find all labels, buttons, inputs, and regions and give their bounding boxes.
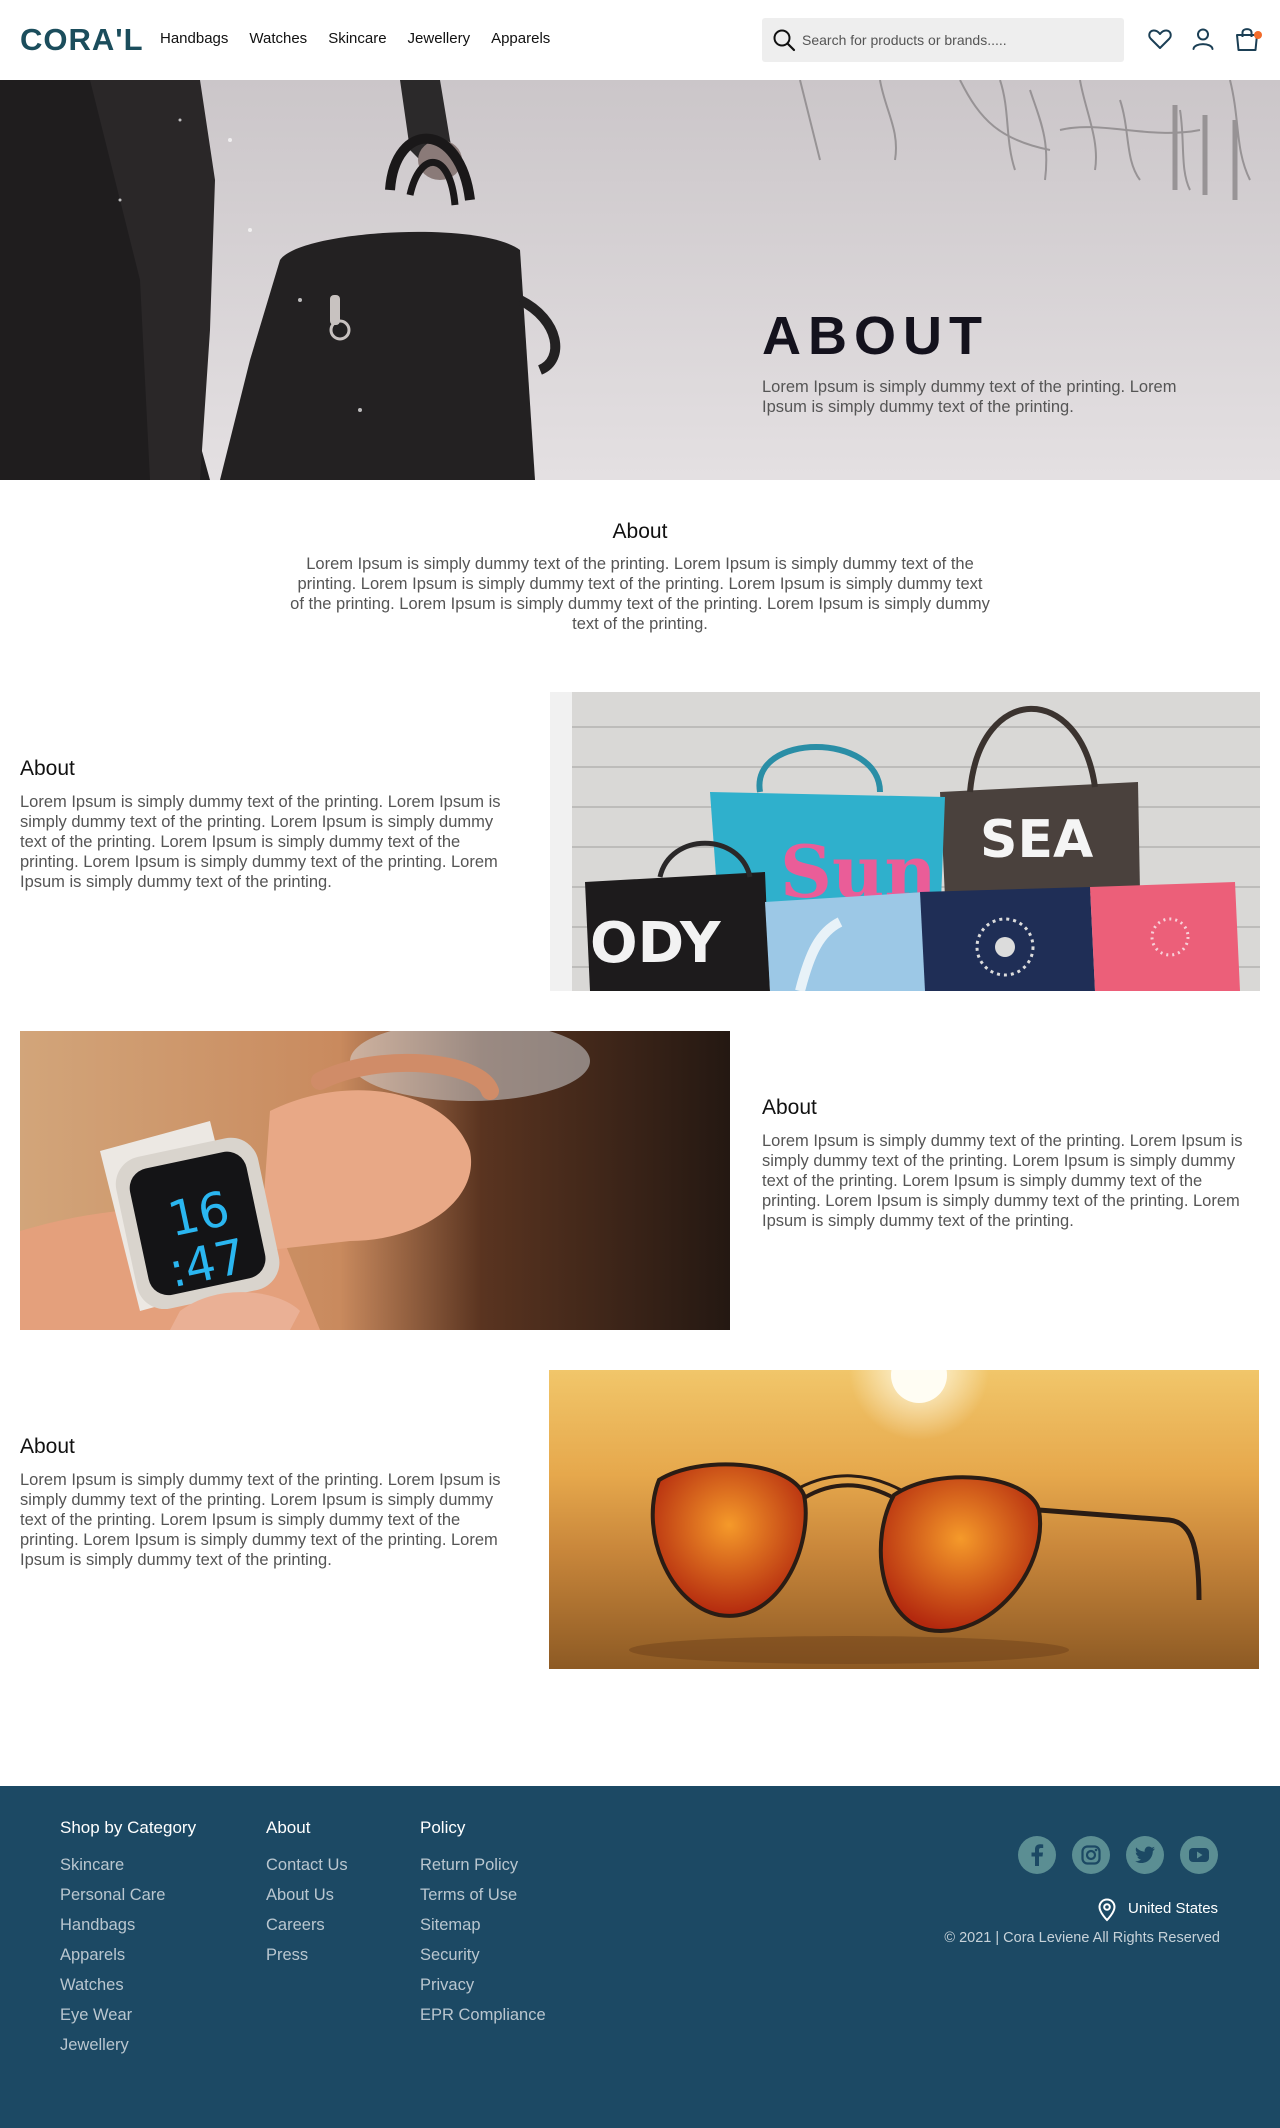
footer-link-jewellery[interactable]: Jewellery [60, 2030, 196, 2060]
main-nav: Handbags Watches Skincare Jewellery Appa… [160, 30, 550, 47]
wishlist-heart-icon[interactable] [1147, 26, 1173, 52]
footer-link-return-policy[interactable]: Return Policy [420, 1850, 546, 1880]
nav-item-apparels[interactable]: Apparels [491, 30, 550, 47]
location-pin-icon [1098, 1898, 1116, 1922]
search-input[interactable] [802, 18, 1112, 62]
footer-link-careers[interactable]: Careers [266, 1910, 348, 1940]
handbags-image: SEA Sun ODY [550, 692, 1260, 991]
footer-link-watches[interactable]: Watches [60, 1970, 196, 2000]
twitter-button[interactable] [1126, 1836, 1164, 1874]
feature-description: Lorem Ipsum is simply dummy text of the … [20, 793, 501, 891]
shopping-bag-icon [1236, 28, 1258, 51]
feature-title: About [762, 1096, 817, 1119]
smartwatch-image: 16 :47 [20, 1031, 730, 1330]
footer-column-about: About Contact Us About Us Careers Press [266, 1818, 348, 1970]
intro-description: Lorem Ipsum is simply dummy text of the … [290, 555, 990, 633]
footer-link-contact-us[interactable]: Contact Us [266, 1850, 348, 1880]
site-footer: Shop by Category Skincare Personal Care … [0, 1786, 1280, 2128]
feature-description: Lorem Ipsum is simply dummy text of the … [762, 1132, 1243, 1230]
hero-snow-handbag-image [0, 80, 1280, 480]
footer-link-personal-care[interactable]: Personal Care [60, 1880, 196, 1910]
footer-link-epr-compliance[interactable]: EPR Compliance [420, 2000, 546, 2030]
footer-column-title: About [266, 1818, 311, 1837]
sunglasses-image [549, 1370, 1259, 1669]
footer-link-about-us[interactable]: About Us [266, 1880, 348, 1910]
sea-bag-print: SEA [980, 810, 1093, 870]
footer-link-security[interactable]: Security [420, 1940, 546, 1970]
twitter-icon [1135, 1846, 1155, 1863]
nav-item-watches[interactable]: Watches [249, 30, 307, 47]
footer-link-skincare[interactable]: Skincare [60, 1850, 196, 1880]
footer-link-handbags[interactable]: Handbags [60, 1910, 196, 1940]
instagram-button[interactable] [1072, 1836, 1110, 1874]
nav-item-skincare[interactable]: Skincare [328, 30, 386, 47]
footer-link-eye-wear[interactable]: Eye Wear [60, 2000, 196, 2030]
country-selector[interactable]: United States [1128, 1900, 1218, 1917]
footer-link-apparels[interactable]: Apparels [60, 1940, 196, 1970]
hero-description: Lorem Ipsum is simply dummy text of the … [762, 378, 1177, 416]
footer-column-policy: Policy Return Policy Terms of Use Sitema… [420, 1818, 546, 2030]
account-user-icon[interactable] [1190, 26, 1216, 52]
instagram-icon [1081, 1845, 1101, 1865]
footer-column-title: Shop by Category [60, 1818, 197, 1837]
brand-logo[interactable]: CORA'L [20, 22, 144, 58]
cart-notification-dot [1254, 31, 1262, 39]
copyright-text: © 2021 | Cora Leviene All Rights Reserve… [944, 1930, 1220, 1946]
intro-title: About [612, 520, 668, 543]
hero-title: ABOUT [762, 306, 989, 366]
footer-column-shop-by-category: Shop by Category Skincare Personal Care … [60, 1818, 196, 2060]
nav-item-jewellery[interactable]: Jewellery [408, 30, 471, 47]
nav-item-handbags[interactable]: Handbags [160, 30, 228, 47]
footer-column-title: Policy [420, 1818, 466, 1837]
feature-title: About [20, 757, 75, 780]
site-header: CORA'L Handbags Watches Skincare Jewelle… [0, 0, 1280, 80]
footer-link-sitemap[interactable]: Sitemap [420, 1910, 546, 1940]
feature-description: Lorem Ipsum is simply dummy text of the … [20, 1471, 501, 1569]
footer-link-press[interactable]: Press [266, 1940, 348, 1970]
search-bar [762, 18, 1124, 62]
facebook-button[interactable] [1018, 1836, 1056, 1874]
cart-button[interactable] [1234, 26, 1262, 52]
footer-link-terms-of-use[interactable]: Terms of Use [420, 1880, 546, 1910]
body-bag-print: ODY [590, 911, 722, 976]
footer-link-privacy[interactable]: Privacy [420, 1970, 546, 2000]
facebook-icon [1031, 1844, 1044, 1866]
search-icon[interactable] [772, 28, 796, 52]
feature-title: About [20, 1435, 75, 1458]
hero-banner: ABOUT Lorem Ipsum is simply dummy text o… [0, 80, 1280, 480]
youtube-icon [1189, 1848, 1209, 1862]
youtube-button[interactable] [1180, 1836, 1218, 1874]
